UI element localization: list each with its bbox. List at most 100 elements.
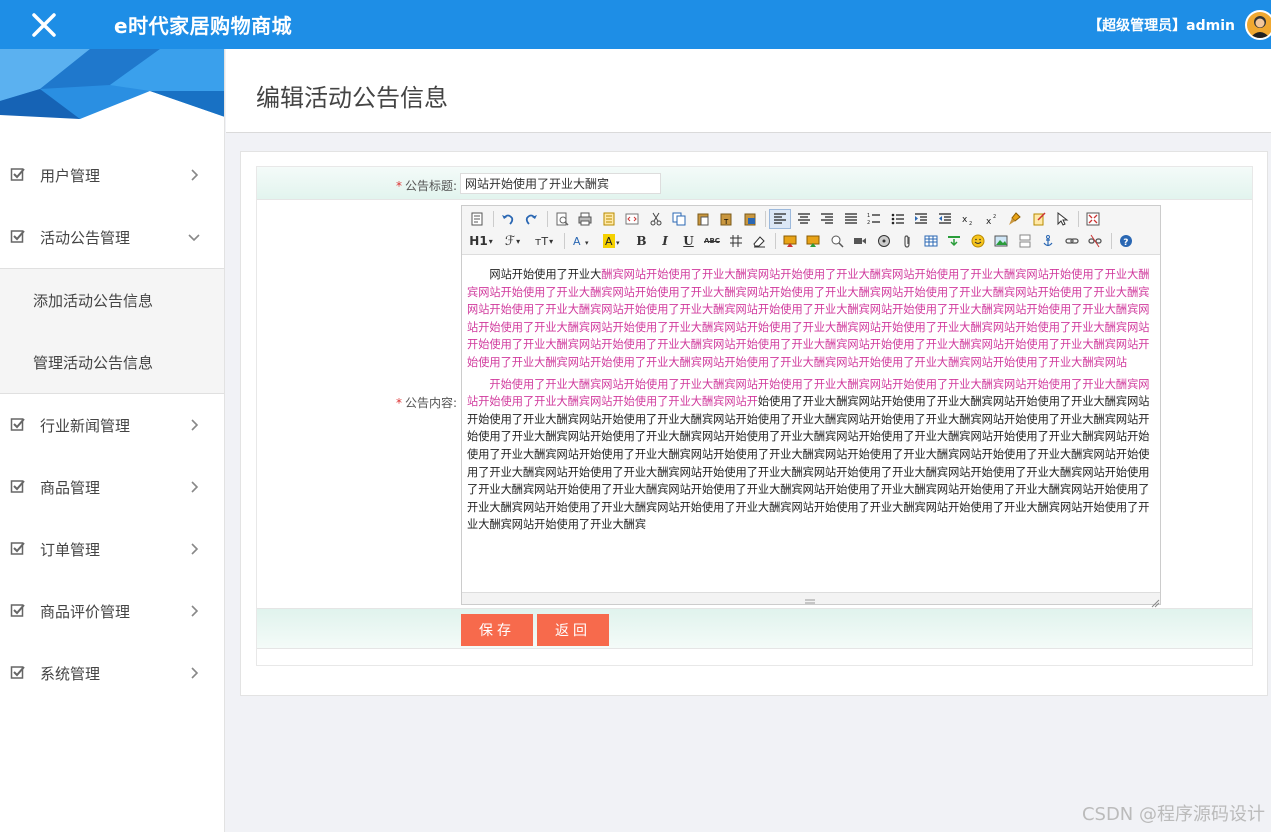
- user-area[interactable]: 【超级管理员】admin: [1088, 0, 1271, 49]
- help-icon[interactable]: ?: [1115, 231, 1137, 251]
- align-justify-icon[interactable]: [840, 209, 862, 229]
- insert-row-icon[interactable]: [779, 231, 801, 251]
- undo-icon[interactable]: [497, 209, 519, 229]
- sidebar-item-orders[interactable]: 订单管理: [0, 518, 224, 580]
- checkbox-icon: [10, 542, 25, 555]
- clear-format-icon[interactable]: [1028, 209, 1050, 229]
- table-grid-icon[interactable]: [725, 231, 747, 251]
- underline-button[interactable]: U: [678, 231, 700, 251]
- sidebar-item-reviews[interactable]: 商品评价管理: [0, 580, 224, 642]
- font-color-icon[interactable]: A ▾: [568, 231, 598, 251]
- eraser-icon[interactable]: [748, 231, 770, 251]
- resize-handle-icon: [805, 599, 1160, 608]
- paste-word-icon[interactable]: [739, 209, 761, 229]
- outdent-icon[interactable]: [934, 209, 956, 229]
- app-title: e时代家居购物商城: [114, 14, 293, 38]
- toolbar-separator: [765, 211, 766, 227]
- underline-label: U: [683, 234, 694, 248]
- link-icon[interactable]: [1061, 231, 1083, 251]
- heading-label: H1: [469, 234, 488, 248]
- select-all-icon[interactable]: [1051, 209, 1073, 229]
- sidebar-item-label: 行业新闻管理: [40, 416, 131, 435]
- svg-text:▾: ▾: [616, 239, 620, 247]
- code-icon[interactable]: [621, 209, 643, 229]
- content-label-text: 公告内容:: [404, 396, 457, 410]
- source-code-icon[interactable]: [466, 209, 488, 229]
- sidebar-subitem-add-announcement[interactable]: 添加活动公告信息: [0, 269, 224, 331]
- page-break-line-icon[interactable]: [1014, 231, 1036, 251]
- toolbar-row-1: T 12 x2 x2: [466, 208, 1156, 230]
- fullscreen-icon[interactable]: [1082, 209, 1104, 229]
- sidebar-item-industry-news[interactable]: 行业新闻管理: [0, 394, 224, 456]
- sidebar-item-label: 用户管理: [40, 166, 101, 185]
- rich-text-editor[interactable]: T 12 x2 x2 H1 ▾ ℱ ▾ ᴛT ▾ A ▾ A ▾ B I U A…: [461, 205, 1161, 608]
- anchor-icon[interactable]: [1037, 231, 1059, 251]
- sidebar-item-products[interactable]: 商品管理: [0, 456, 224, 518]
- bold-button[interactable]: B: [631, 231, 653, 251]
- user-label: 【超级管理员】admin: [1088, 17, 1235, 34]
- cut-icon[interactable]: [645, 209, 667, 229]
- heading-dropdown[interactable]: H1 ▾: [466, 231, 496, 251]
- unlink-icon[interactable]: [1084, 231, 1106, 251]
- svg-text:1: 1: [867, 213, 870, 219]
- redo-icon[interactable]: [520, 209, 542, 229]
- page-break-icon[interactable]: [943, 231, 965, 251]
- checkbox-icon: [10, 230, 25, 243]
- title-input[interactable]: [460, 173, 661, 194]
- avatar[interactable]: [1245, 9, 1271, 40]
- sidebar-subitem-manage-announcement[interactable]: 管理活动公告信息: [0, 331, 224, 393]
- strikethrough-button[interactable]: ABC: [701, 231, 723, 251]
- font-size-dropdown[interactable]: ᴛT ▾: [529, 231, 559, 251]
- unordered-list-icon[interactable]: [887, 209, 909, 229]
- svg-text:A: A: [573, 235, 581, 248]
- insert-table-icon[interactable]: [920, 231, 942, 251]
- svg-text:x: x: [962, 215, 968, 225]
- sidebar-item-announcements[interactable]: 活动公告管理: [0, 206, 224, 268]
- font-family-dropdown[interactable]: ℱ ▾: [498, 231, 528, 251]
- print-icon[interactable]: [574, 209, 596, 229]
- emoticon-icon[interactable]: [967, 231, 989, 251]
- sidebar-item-label: 系统管理: [40, 664, 101, 683]
- avatar-icon: [1250, 15, 1270, 38]
- format-brush-icon[interactable]: [1004, 209, 1026, 229]
- form-footer: [257, 649, 1252, 665]
- editor-resize-bar[interactable]: [462, 592, 1160, 608]
- chevron-right-icon: [191, 667, 199, 679]
- sidebar-item-label: 商品评价管理: [40, 602, 131, 621]
- align-left-icon[interactable]: [769, 209, 791, 229]
- chevron-right-icon: [191, 419, 199, 431]
- superscript-icon[interactable]: x2: [981, 209, 1003, 229]
- title-label-text: 公告标题:: [404, 179, 457, 193]
- image-icon[interactable]: [990, 231, 1012, 251]
- back-button[interactable]: 返回: [537, 614, 609, 646]
- chevron-right-icon: [191, 481, 199, 493]
- editor-content[interactable]: 网站开始使用了开业大酬宾网站开始使用了开业大酬宾网站开始使用了开业大酬宾网站开始…: [467, 266, 1155, 538]
- save-button[interactable]: 保存: [461, 614, 533, 646]
- insert-col-icon[interactable]: [802, 231, 824, 251]
- align-center-icon[interactable]: [793, 209, 815, 229]
- subscript-icon[interactable]: x2: [957, 209, 979, 229]
- close-menu-button[interactable]: [0, 0, 88, 49]
- announcement-form: *公告标题: *公告内容:: [256, 166, 1253, 666]
- italic-button[interactable]: I: [654, 231, 676, 251]
- indent-icon[interactable]: [910, 209, 932, 229]
- ordered-list-icon[interactable]: 12: [863, 209, 885, 229]
- sidebar-item-system[interactable]: 系统管理: [0, 642, 224, 704]
- copy-icon[interactable]: [668, 209, 690, 229]
- align-right-icon[interactable]: [816, 209, 838, 229]
- paste-text-icon[interactable]: T: [715, 209, 737, 229]
- checkbox-icon: [10, 480, 25, 493]
- paste-icon[interactable]: [692, 209, 714, 229]
- font-family-label: ℱ: [504, 233, 516, 249]
- sidebar-item-users[interactable]: 用户管理: [0, 144, 224, 206]
- font-size-label: ᴛT: [534, 234, 549, 248]
- template-icon[interactable]: [598, 209, 620, 229]
- sidebar-item-label: 订单管理: [40, 540, 101, 559]
- video-icon[interactable]: [849, 231, 871, 251]
- background-color-icon[interactable]: A ▾: [599, 231, 629, 251]
- music-icon[interactable]: [873, 231, 895, 251]
- search-replace-icon[interactable]: [826, 231, 848, 251]
- preview-icon[interactable]: [551, 209, 573, 229]
- checkbox-icon: [10, 418, 25, 431]
- attachment-icon[interactable]: [896, 231, 918, 251]
